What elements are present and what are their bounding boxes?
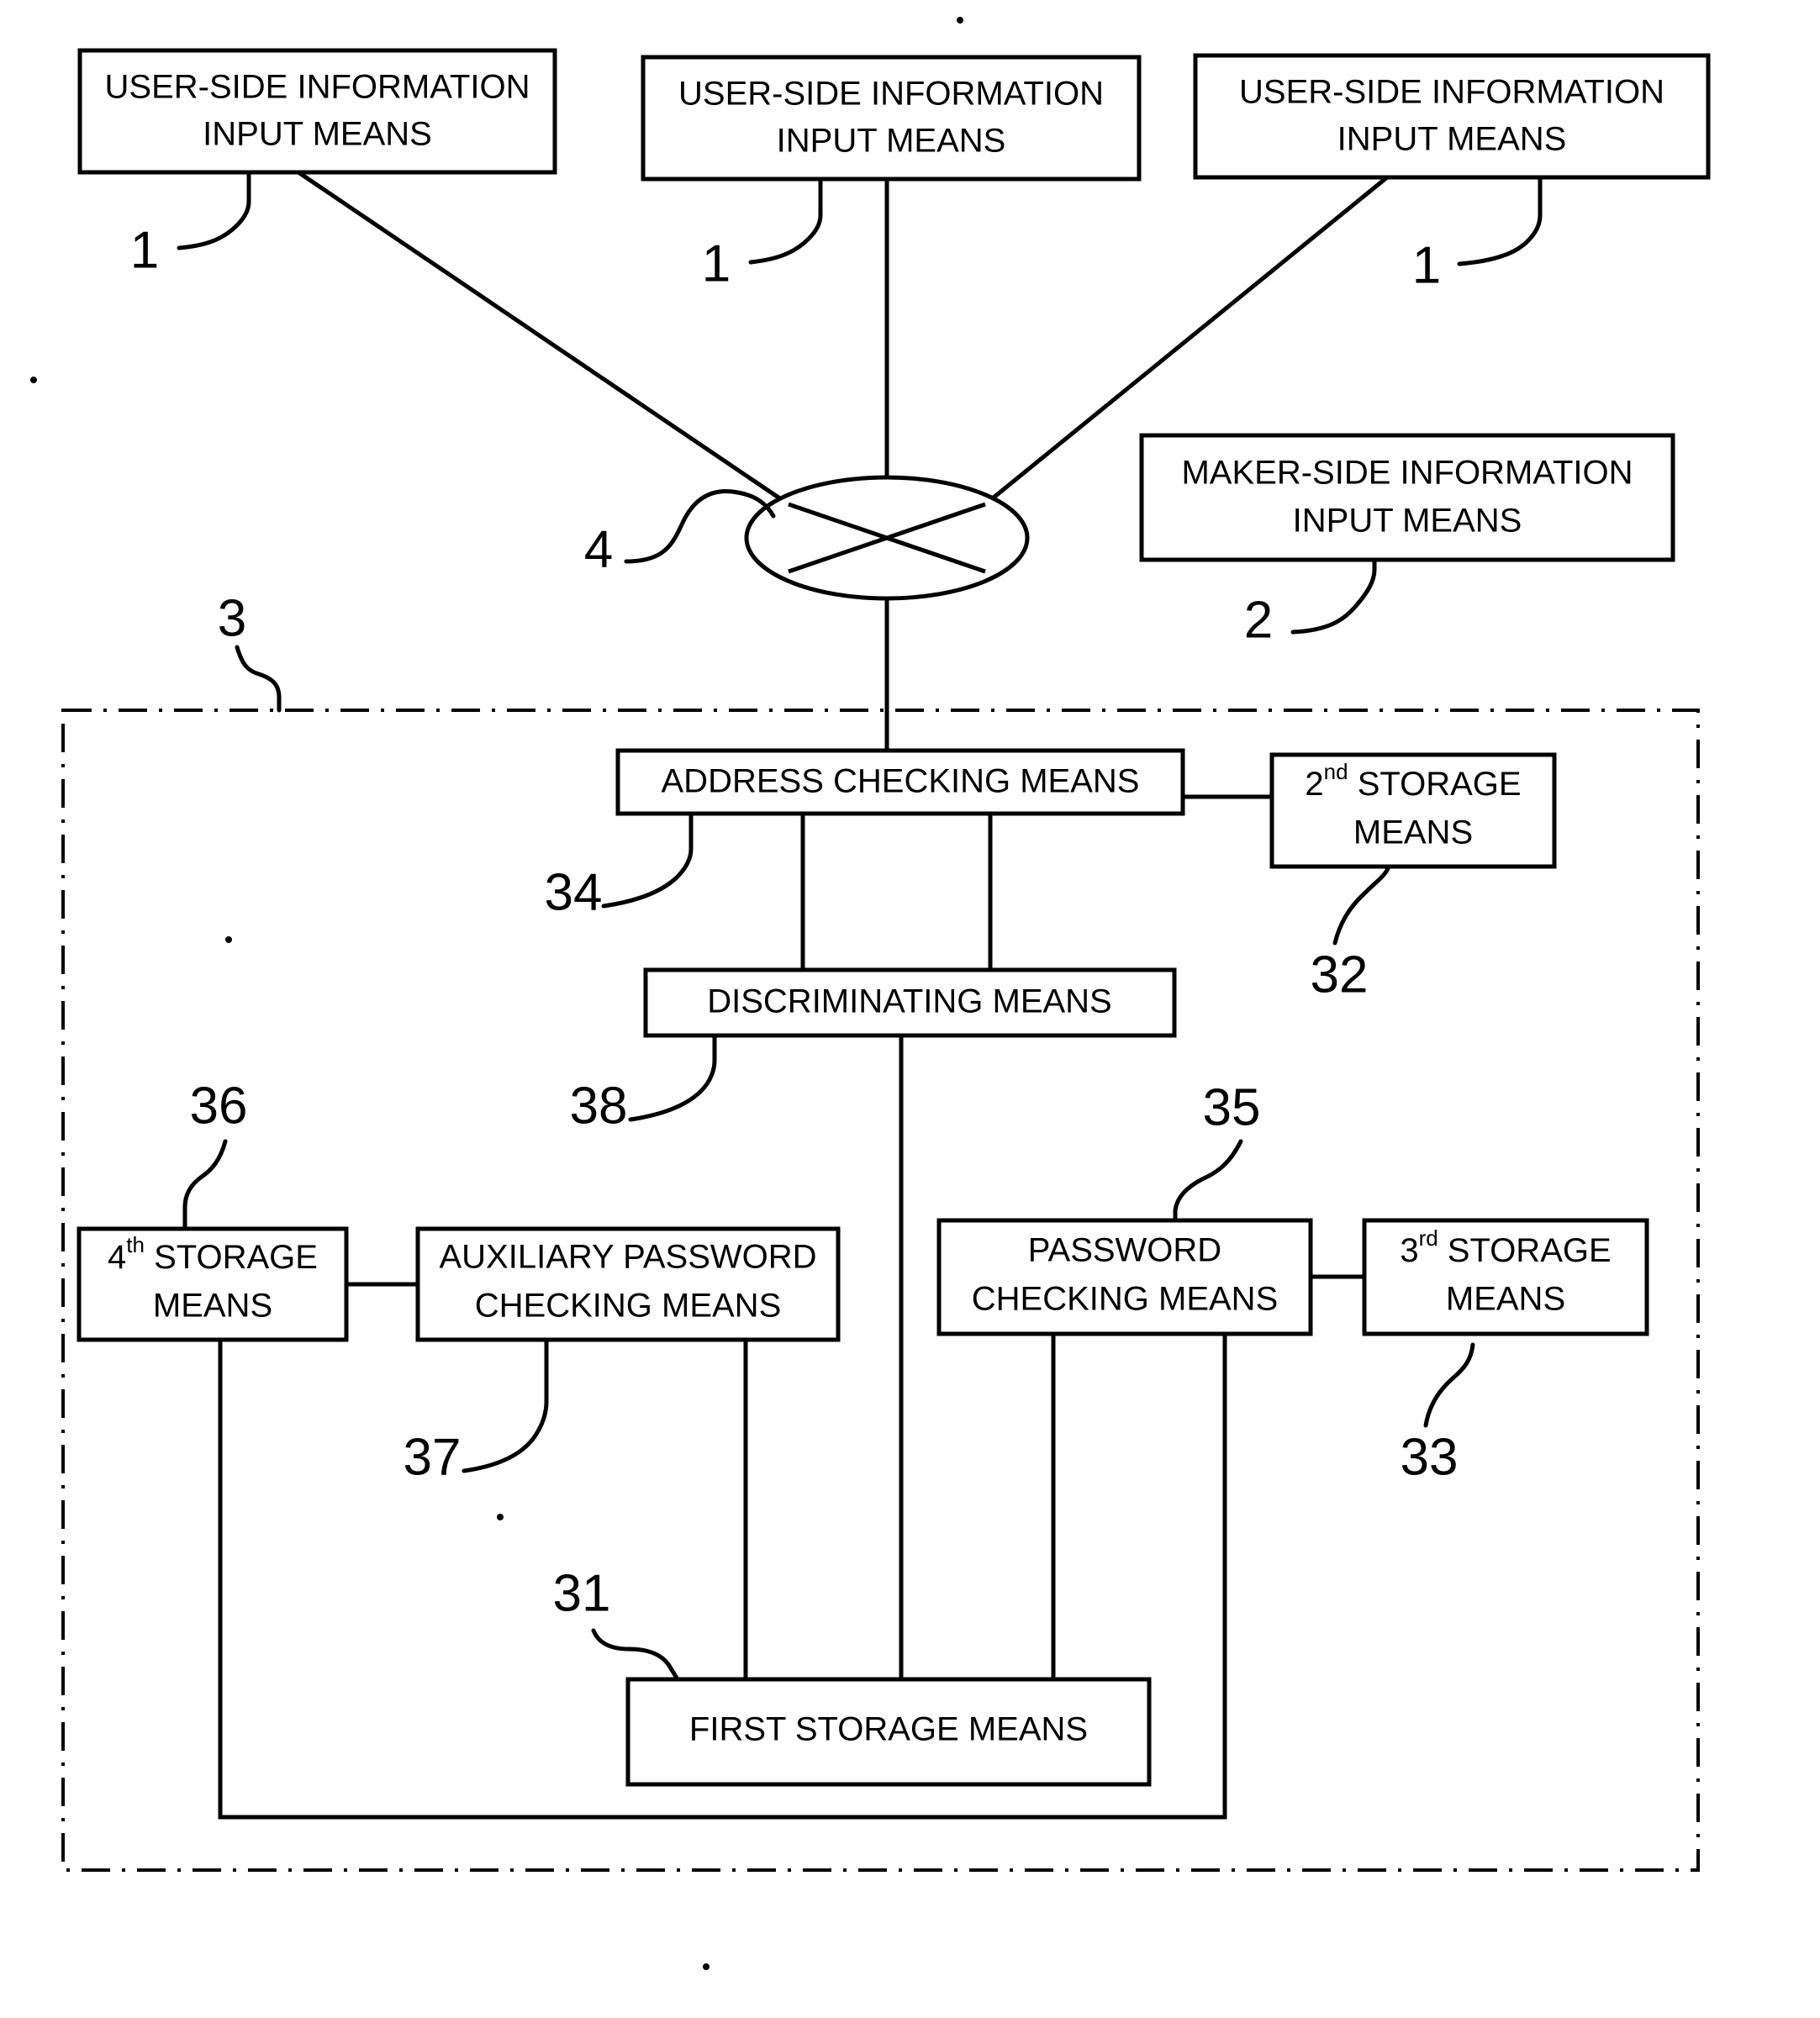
scan-speck-bottom bbox=[703, 1963, 710, 1970]
ref-number-36: 36 bbox=[190, 1077, 248, 1135]
leader-ref-3 bbox=[235, 645, 282, 713]
box-address-checking-means[interactable]: ADDRESS CHECKING MEANS bbox=[615, 748, 1185, 816]
leader-ref-36 bbox=[182, 1139, 228, 1231]
leader-ref-1-middle bbox=[748, 177, 823, 265]
leader-ref-1-left bbox=[177, 170, 251, 250]
box-second-storage-means-line2: MEANS bbox=[1353, 814, 1473, 851]
scan-speck-right bbox=[497, 1514, 504, 1520]
ref-number-35: 35 bbox=[1203, 1078, 1261, 1136]
connector-user1-hub bbox=[297, 170, 790, 507]
box-password-checking-means-line2: CHECKING MEANS bbox=[972, 1281, 1279, 1318]
box-discriminating-means-label: DISCRIMINATING MEANS bbox=[707, 983, 1112, 1020]
leader-ref-31 bbox=[591, 1628, 680, 1682]
leader-ref-33 bbox=[1423, 1342, 1475, 1428]
box-user-side-input-2-line2: INPUT MEANS bbox=[777, 123, 1006, 160]
ref-number-38: 38 bbox=[570, 1077, 628, 1135]
reference-leaders bbox=[177, 170, 1543, 1682]
ref-number-33: 33 bbox=[1401, 1428, 1459, 1486]
box-user-side-input-1[interactable]: USER-SIDE INFORMATION INPUT MEANS bbox=[77, 48, 557, 175]
scan-speck-mid bbox=[225, 936, 232, 943]
box-user-side-input-3[interactable]: USER-SIDE INFORMATION INPUT MEANS bbox=[1193, 53, 1711, 180]
box-third-storage-means-line2: MEANS bbox=[1446, 1281, 1565, 1318]
box-second-storage-means[interactable]: 2nd STORAGE MEANS bbox=[1269, 752, 1557, 869]
leader-ref-34 bbox=[601, 811, 694, 909]
box-third-storage-means[interactable]: 3rd STORAGE MEANS bbox=[1362, 1218, 1649, 1336]
box-user-side-input-1-line1: USER-SIDE INFORMATION bbox=[105, 69, 530, 106]
box-user-side-input-3-line1: USER-SIDE INFORMATION bbox=[1239, 74, 1664, 111]
box-maker-side-input-line1: MAKER-SIDE INFORMATION bbox=[1181, 455, 1633, 492]
box-auxiliary-password-checking-means-line2: CHECKING MEANS bbox=[475, 1288, 782, 1325]
ref-number-37: 37 bbox=[404, 1428, 462, 1486]
ref-number-31: 31 bbox=[553, 1564, 611, 1622]
ref-number-2: 2 bbox=[1244, 591, 1273, 649]
box-first-storage-means[interactable]: FIRST STORAGE MEANS bbox=[625, 1677, 1152, 1787]
ref-number-1-left: 1 bbox=[130, 221, 159, 279]
leader-ref-35 bbox=[1173, 1139, 1243, 1223]
scan-speck-top bbox=[957, 17, 963, 24]
box-maker-side-input[interactable]: MAKER-SIDE INFORMATION INPUT MEANS bbox=[1139, 433, 1675, 562]
box-password-checking-means[interactable]: PASSWORD CHECKING MEANS bbox=[936, 1218, 1313, 1336]
box-maker-side-input-line2: INPUT MEANS bbox=[1293, 503, 1522, 540]
leader-ref-1-right bbox=[1457, 175, 1543, 266]
patent-figure: USER-SIDE INFORMATION INPUT MEANS USER-S… bbox=[0, 0, 1820, 2018]
ref-number-3: 3 bbox=[218, 589, 246, 647]
leader-ref-38 bbox=[628, 1033, 717, 1122]
ref-number-32: 32 bbox=[1311, 946, 1369, 1004]
leader-ref-32 bbox=[1332, 864, 1391, 946]
figure-canvas: USER-SIDE INFORMATION INPUT MEANS USER-S… bbox=[30, 17, 1711, 1970]
box-user-side-input-2-line1: USER-SIDE INFORMATION bbox=[678, 76, 1104, 113]
ref-number-34: 34 bbox=[545, 863, 603, 921]
box-group: USER-SIDE INFORMATION INPUT MEANS USER-S… bbox=[76, 48, 1711, 1787]
crossbar-hub bbox=[744, 475, 1030, 601]
box-auxiliary-password-checking-means-line1: AUXILIARY PASSWORD bbox=[439, 1239, 816, 1276]
box-password-checking-means-line1: PASSWORD bbox=[1028, 1232, 1221, 1269]
box-user-side-input-1-line2: INPUT MEANS bbox=[203, 116, 432, 153]
box-fourth-storage-means-line2: MEANS bbox=[153, 1288, 272, 1325]
ref-number-4: 4 bbox=[584, 520, 613, 578]
ref-number-1-middle: 1 bbox=[702, 234, 731, 292]
leader-ref-2 bbox=[1290, 557, 1377, 635]
reference-number-group: 1 1 1 4 2 3 34 32 38 36 35 37 33 31 bbox=[130, 221, 1459, 1622]
box-fourth-storage-means[interactable]: 4th STORAGE MEANS bbox=[76, 1226, 349, 1342]
box-user-side-input-3-line2: INPUT MEANS bbox=[1337, 121, 1567, 158]
scan-speck-left bbox=[30, 377, 37, 383]
ref-number-1-right: 1 bbox=[1412, 236, 1441, 294]
box-first-storage-means-label: FIRST STORAGE MEANS bbox=[689, 1711, 1088, 1748]
box-auxiliary-password-checking-means[interactable]: AUXILIARY PASSWORD CHECKING MEANS bbox=[415, 1226, 841, 1342]
box-discriminating-means[interactable]: DISCRIMINATING MEANS bbox=[643, 967, 1177, 1038]
box-address-checking-means-label: ADDRESS CHECKING MEANS bbox=[662, 763, 1140, 800]
leader-ref-37 bbox=[462, 1337, 549, 1473]
box-user-side-input-2[interactable]: USER-SIDE INFORMATION INPUT MEANS bbox=[641, 55, 1142, 182]
